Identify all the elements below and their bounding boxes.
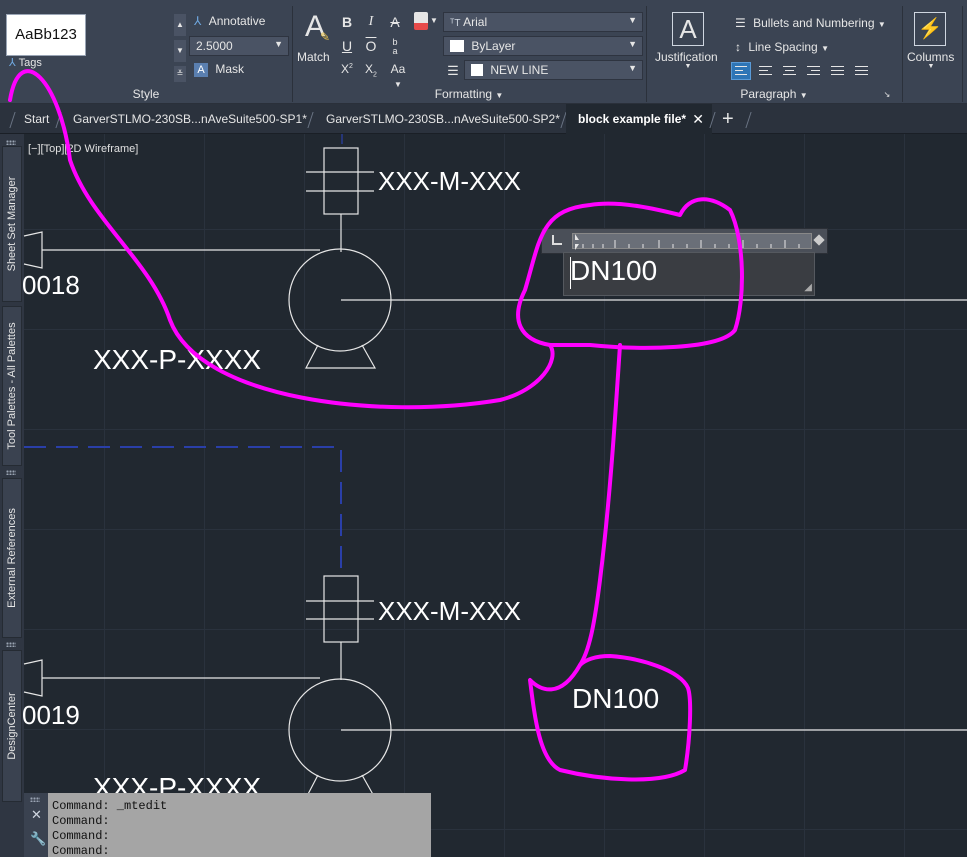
command-window[interactable]: ✕ 🔧 Command: _mtedit Command: Command: C… <box>24 793 431 857</box>
command-line: Command: <box>52 844 110 857</box>
cad-geometry <box>23 134 967 799</box>
ruler-width-handle-icon[interactable] <box>813 234 825 246</box>
ruler-scale[interactable] <box>572 233 812 250</box>
tag-number-top[interactable]: 0018 <box>22 270 80 301</box>
tag-number-bottom[interactable]: 0019 <box>22 700 80 731</box>
wrench-icon[interactable]: 🔧 <box>30 831 46 847</box>
mtext-ruler[interactable] <box>541 228 828 254</box>
resize-grip-icon[interactable]: ◢ <box>804 282 812 293</box>
grip-handle[interactable] <box>30 797 40 802</box>
mtext-edit-box[interactable]: DN100 ◢ <box>563 252 815 296</box>
text-cursor <box>570 257 571 289</box>
command-line: Command: <box>52 814 110 828</box>
ruler-ticks <box>575 234 800 250</box>
command-line: Command: _mtedit <box>52 799 168 813</box>
command-window-handle[interactable]: ✕ 🔧 <box>24 793 48 857</box>
dn-label-bottom[interactable]: DN100 <box>572 683 659 715</box>
dn-label-top[interactable]: DN100 <box>570 255 657 287</box>
close-icon[interactable]: ✕ <box>31 807 42 823</box>
tag-motor-top[interactable]: XXX-M-XXX <box>378 166 521 197</box>
tag-motor-bottom[interactable]: XXX-M-XXX <box>378 596 521 627</box>
tab-type-icon[interactable] <box>552 235 562 245</box>
tag-pump-top[interactable]: XXX-P-XXXX <box>93 344 261 376</box>
command-line: Command: <box>52 829 110 843</box>
